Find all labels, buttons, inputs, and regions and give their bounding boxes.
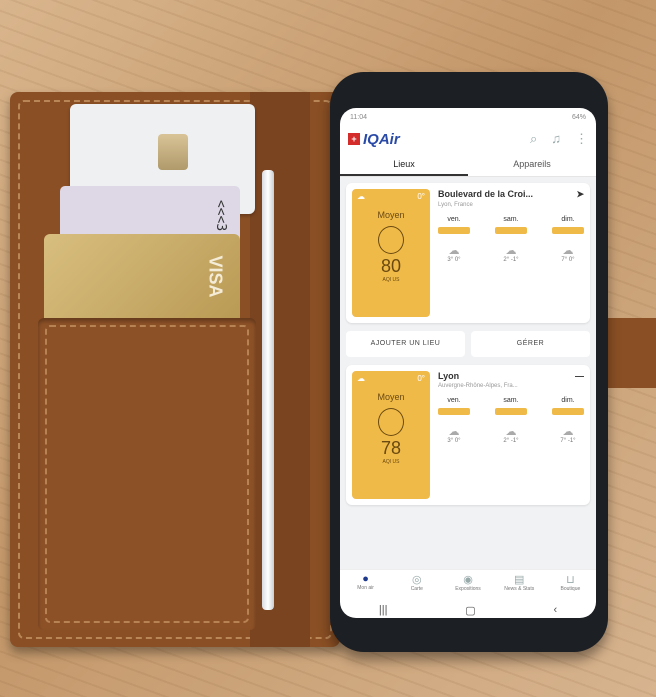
locations-list: ☁ 0° Moyen 80 AQI US Boulevard de la Croi… <box>340 177 596 569</box>
forecast-temp: 7° -1° <box>560 438 576 444</box>
status-battery: 64% <box>571 113 586 121</box>
recents-icon[interactable]: ||| <box>379 604 388 616</box>
swiss-flag-icon: + <box>348 133 360 145</box>
aqi-panel: ☁ 0° Moyen 80 AQI US <box>352 189 430 317</box>
exposure-icon: ◉ <box>463 574 473 586</box>
cloud-icon: ☁ <box>562 245 574 257</box>
gold-visa-card: VISA <box>44 234 240 324</box>
forecast: ven. ☁ 3° 0° sam. ☁ 2° -1° dim. ☁ 7° 0° <box>438 216 584 263</box>
navigation-icon: ➤ <box>576 189 584 199</box>
chip-icon <box>158 134 188 170</box>
forecast-temp: 2° -1° <box>503 438 519 444</box>
wallet-spine <box>250 92 310 647</box>
face-icon <box>378 226 404 254</box>
location-name: Boulevard de la Croi... <box>438 189 534 199</box>
id-card-text: <<<3 <box>213 199 229 232</box>
aqi-level: Moyen <box>377 392 405 402</box>
cloud-icon: ☁ <box>357 192 365 201</box>
forecast-day: ven. <box>447 216 461 223</box>
nav-expositions[interactable]: ◉ Expositions <box>442 570 493 600</box>
news-icon: ▤ <box>514 574 525 586</box>
location-subtitle: Lyon, France <box>438 202 473 208</box>
location-subtitle: Auvergne-Rhône-Alpes, Fra... <box>438 383 518 389</box>
tab-bar: Lieux Appareils <box>340 152 596 177</box>
bottom-nav: ● Mon air ◎ Carte ◉ Expositions ▤ News & Sta… <box>340 569 596 600</box>
search-icon[interactable]: ⌕ <box>530 131 537 147</box>
forecast-day: dim. <box>561 216 575 223</box>
back-icon[interactable]: ‹ <box>553 604 557 616</box>
nav-mon-air[interactable]: ● Mon air <box>340 570 391 600</box>
forecast-day: ven. <box>447 397 461 404</box>
nav-boutique[interactable]: ⊔ Boutique <box>545 570 596 600</box>
aqi-value: 80 <box>380 256 402 276</box>
more-icon[interactable]: — <box>575 371 584 381</box>
globe-icon: ◎ <box>412 574 422 586</box>
tab-appareils[interactable]: Appareils <box>468 152 596 176</box>
bell-icon[interactable]: ♫ <box>551 131 561 147</box>
cloud-icon: ☁ <box>505 426 517 438</box>
status-time: 11:04 <box>350 113 367 121</box>
forecast: ven. ☁ 3° 0° sam. ☁ 2° -1° dim. ☁ 7° -1° <box>438 397 584 444</box>
forecast-temp: 3° 0° <box>447 438 461 444</box>
app-bar: + IQAir ⌕ ♫ ⋮ <box>340 126 596 152</box>
cloud-icon: ☁ <box>448 245 460 257</box>
forecast-temp: 3° 0° <box>447 257 461 263</box>
aqi-unit: AQI US <box>382 459 400 465</box>
nav-news[interactable]: ▤ News & Stats <box>494 570 545 600</box>
list-actions: AJOUTER UN LIEU GÉRER <box>346 331 590 357</box>
more-icon[interactable]: ⋮ <box>575 131 588 147</box>
forecast-temp: 7° 0° <box>561 257 575 263</box>
forecast-temp: 2° -1° <box>503 257 519 263</box>
forecast-day: dim. <box>561 397 575 404</box>
aqi-value: 78 <box>380 438 402 458</box>
location-name: Lyon <box>438 371 460 381</box>
cloud-icon: ☁ <box>357 374 365 383</box>
app-logo: IQAir <box>363 130 400 148</box>
wallet-pocket <box>38 318 256 630</box>
status-bar: 11:04 64% <box>340 108 596 126</box>
tab-lieux[interactable]: Lieux <box>340 152 468 176</box>
phone-screen: 11:04 64% + IQAir ⌕ ♫ ⋮ Lieux Appareils … <box>340 108 596 618</box>
pen <box>262 170 274 610</box>
location-card[interactable]: ☁ 0° Moyen 80 AQI US Boulevard de la Croi… <box>346 183 590 323</box>
aqi-unit: AQI US <box>382 277 400 283</box>
manage-button[interactable]: GÉRER <box>471 331 590 357</box>
cloud-icon: ☁ <box>562 426 574 438</box>
location-card[interactable]: ☁ 0° Moyen 78 AQI US Lyon — Auvergne-Rhône… <box>346 365 590 505</box>
forecast-day: sam. <box>503 397 519 404</box>
location-pin-icon: ● <box>362 573 369 585</box>
system-nav-bar: ||| ▢ ‹ <box>340 600 596 618</box>
face-icon <box>378 408 404 436</box>
cloud-icon: ☁ <box>448 426 460 438</box>
aqi-level: Moyen <box>377 210 405 220</box>
forecast-day: sam. <box>503 216 519 223</box>
add-location-button[interactable]: AJOUTER UN LIEU <box>346 331 465 357</box>
temperature: 0° <box>417 374 425 383</box>
nav-carte[interactable]: ◎ Carte <box>391 570 442 600</box>
temperature: 0° <box>417 192 425 201</box>
cloud-icon: ☁ <box>505 245 517 257</box>
visa-text: VISA <box>205 255 226 298</box>
cart-icon: ⊔ <box>566 574 575 586</box>
home-icon[interactable]: ▢ <box>465 604 475 617</box>
aqi-panel: ☁ 0° Moyen 78 AQI US <box>352 371 430 499</box>
